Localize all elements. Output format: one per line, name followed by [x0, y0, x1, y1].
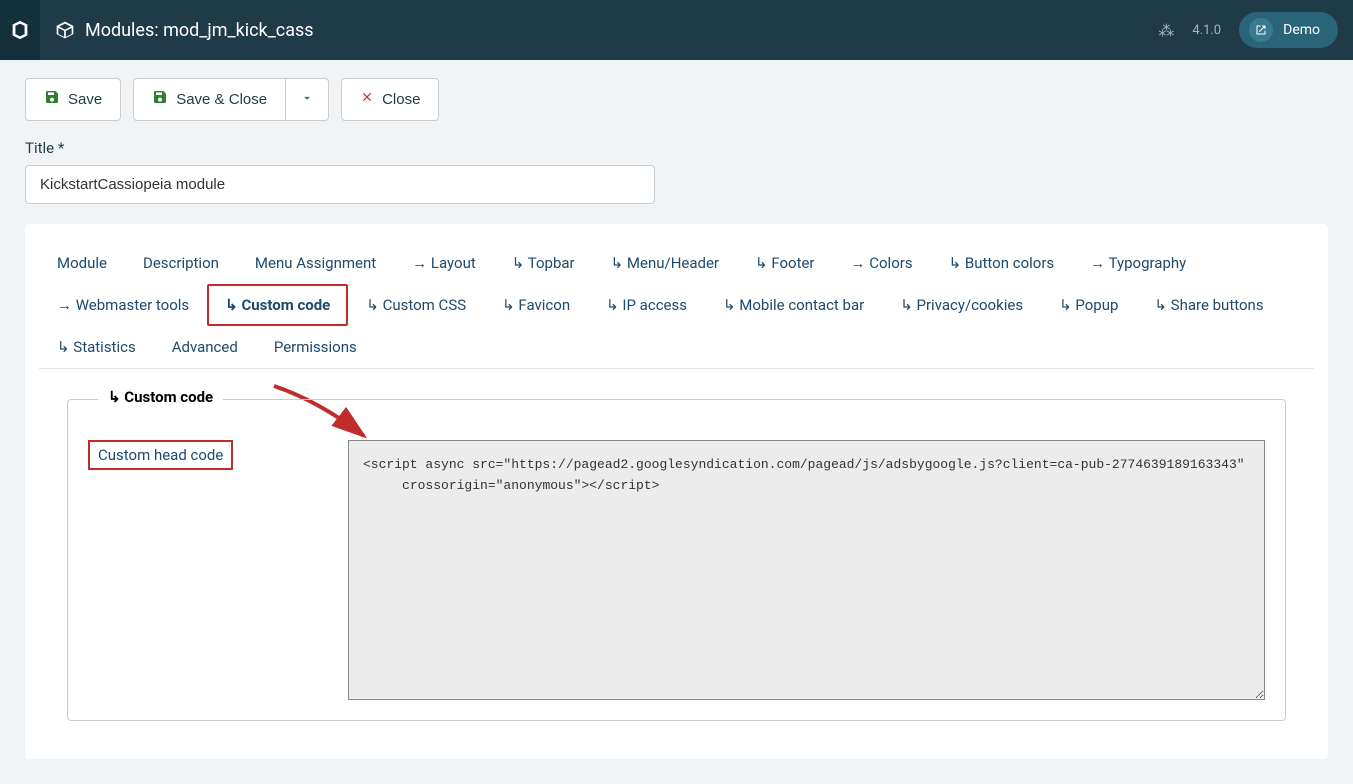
save-button[interactable]: Save — [25, 78, 121, 121]
tab-button-colors[interactable]: ↳ Button colors — [931, 242, 1073, 284]
tab-popup[interactable]: ↳ Popup — [1041, 284, 1136, 326]
custom-head-code-label: Custom head code — [88, 440, 233, 470]
save-label: Save — [68, 91, 102, 108]
tab-webmaster-tools[interactable]: → Webmaster tools — [39, 284, 207, 326]
tab-module[interactable]: Module — [39, 242, 125, 284]
save-icon — [152, 89, 168, 110]
header-bar: Modules: mod_jm_kick_cass ⁂ 4.1.0 Demo — [0, 0, 1353, 60]
content: Title * ModuleDescriptionMenu Assignment… — [0, 139, 1353, 784]
cube-icon — [55, 20, 75, 40]
tab-layout[interactable]: → Layout — [394, 242, 494, 284]
tab-footer[interactable]: ↳ Footer — [737, 242, 832, 284]
tab-advanced[interactable]: Advanced — [154, 326, 256, 368]
tab-favicon[interactable]: ↳ Favicon — [484, 284, 588, 326]
save-close-label: Save & Close — [176, 91, 267, 108]
close-label: Close — [382, 91, 420, 108]
demo-label: Demo — [1283, 22, 1320, 38]
version-text: 4.1.0 — [1192, 23, 1221, 38]
close-button[interactable]: Close — [341, 78, 439, 121]
tab-privacy-cookies[interactable]: ↳ Privacy/cookies — [882, 284, 1041, 326]
field-row: Custom head code — [88, 440, 1265, 700]
external-link-icon — [1249, 18, 1273, 42]
tabs-panel: ModuleDescriptionMenu Assignment→ Layout… — [25, 224, 1328, 759]
joomla-logo[interactable] — [0, 0, 40, 60]
close-icon — [360, 90, 374, 109]
tab-statistics[interactable]: ↳ Statistics — [39, 326, 154, 368]
tab-menu-header[interactable]: ↳ Menu/Header — [593, 242, 737, 284]
custom-head-code-textarea[interactable] — [348, 440, 1265, 700]
title-row: Title * — [25, 139, 1328, 204]
tab-ip-access[interactable]: ↳ IP access — [588, 284, 705, 326]
demo-button[interactable]: Demo — [1239, 12, 1338, 48]
chevron-down-icon — [300, 91, 314, 109]
tab-share-buttons[interactable]: ↳ Share buttons — [1136, 284, 1281, 326]
tab-menu-assignment[interactable]: Menu Assignment — [237, 242, 394, 284]
custom-code-fieldset: ↳ Custom code Custom head code — [67, 399, 1286, 721]
page-title: Modules: mod_jm_kick_cass — [85, 20, 1158, 41]
tab-topbar[interactable]: ↳ Topbar — [494, 242, 593, 284]
tab-description[interactable]: Description — [125, 242, 237, 284]
tab-mobile-contact-bar[interactable]: ↳ Mobile contact bar — [705, 284, 882, 326]
tab-typography[interactable]: → Typography — [1072, 242, 1204, 284]
save-icon — [44, 89, 60, 110]
save-close-button[interactable]: Save & Close — [133, 78, 286, 121]
tab-content: ↳ Custom code Custom head code — [39, 369, 1314, 741]
title-input[interactable] — [25, 165, 655, 204]
save-close-group: Save & Close — [133, 78, 329, 121]
tabs: ModuleDescriptionMenu Assignment→ Layout… — [39, 242, 1314, 369]
tab-permissions[interactable]: Permissions — [256, 326, 375, 368]
toolbar: Save Save & Close Close — [0, 60, 1353, 139]
tab-custom-css[interactable]: ↳ Custom CSS — [348, 284, 484, 326]
tab-custom-code[interactable]: ↳ Custom code — [207, 284, 348, 326]
tab-colors[interactable]: → Colors — [833, 242, 931, 284]
joomla-version-icon: ⁂ — [1158, 21, 1174, 40]
header-right: ⁂ 4.1.0 Demo — [1158, 12, 1338, 48]
save-dropdown-button[interactable] — [286, 78, 329, 121]
title-label: Title * — [25, 139, 1328, 157]
fieldset-legend: ↳ Custom code — [98, 388, 223, 406]
label-box: Custom head code — [88, 440, 328, 470]
